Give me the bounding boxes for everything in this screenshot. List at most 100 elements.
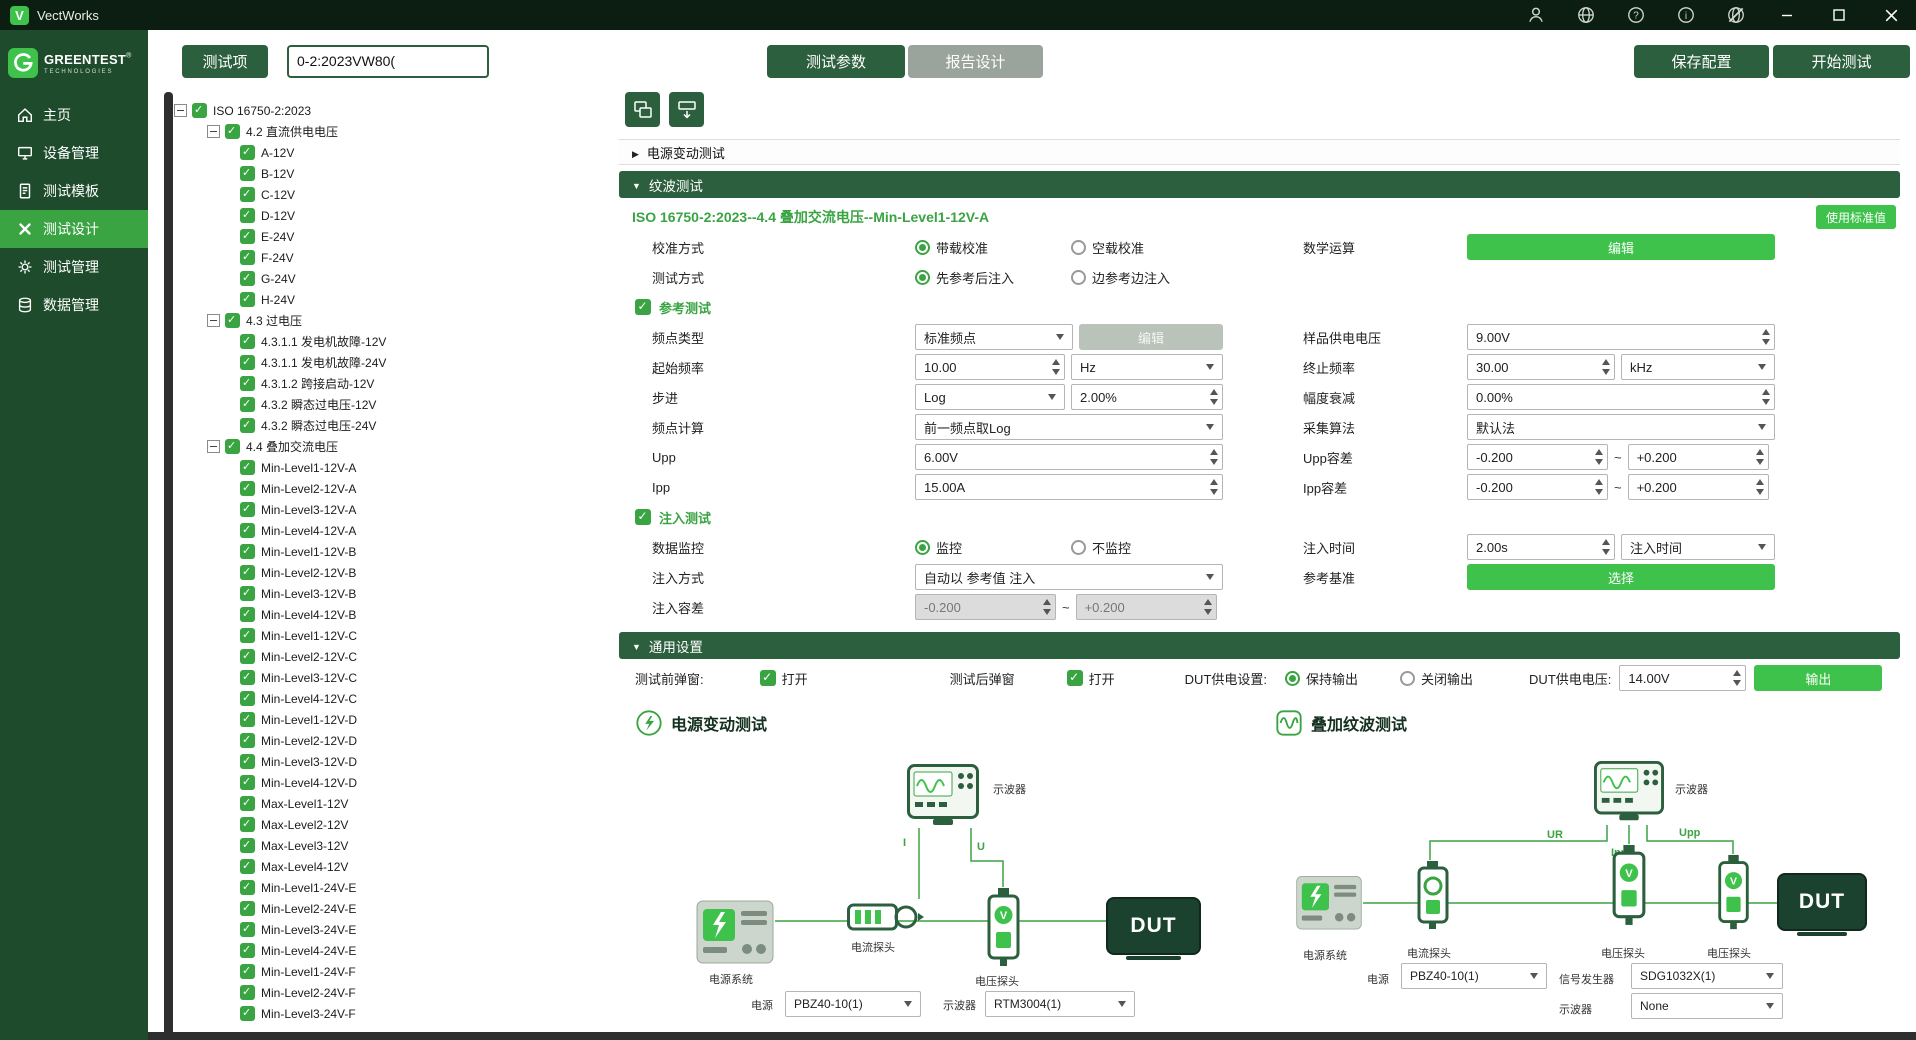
tree-item[interactable]: Max-Level4-12V bbox=[148, 856, 600, 877]
tree-checkbox[interactable] bbox=[240, 1006, 255, 1021]
tree-checkbox[interactable] bbox=[240, 271, 255, 286]
tree-item[interactable]: Min-Level2-12V-D bbox=[148, 730, 600, 751]
tree-item[interactable]: Min-Level1-12V-D bbox=[148, 709, 600, 730]
start-freq-spinner[interactable]: 10.00 bbox=[915, 354, 1065, 380]
tree-item[interactable]: ISO 16750-2:2023 bbox=[148, 100, 600, 121]
sidebar-item-test-template[interactable]: 测试模板 bbox=[0, 172, 148, 210]
tree-item[interactable]: 4.3 过电压 bbox=[148, 310, 600, 331]
tree-checkbox[interactable] bbox=[240, 880, 255, 895]
tree-expander-icon[interactable] bbox=[174, 104, 187, 117]
close-button[interactable] bbox=[1880, 4, 1902, 26]
tab-test-parameters[interactable]: 测试参数 bbox=[767, 45, 905, 78]
tree-item[interactable]: Min-Level2-12V-A bbox=[148, 478, 600, 499]
tree-checkbox[interactable] bbox=[240, 838, 255, 853]
collect-algo-select[interactable]: 默认法 bbox=[1467, 414, 1775, 440]
upp-tol-min-spinner[interactable]: -0.200 bbox=[1467, 444, 1608, 470]
inject-time-unit-select[interactable]: 注入时间 bbox=[1621, 534, 1775, 560]
tree-checkbox[interactable] bbox=[240, 901, 255, 916]
tree-checkbox[interactable] bbox=[240, 628, 255, 643]
spinner-up-icon[interactable] bbox=[1052, 359, 1060, 365]
calibration-no-load-radio[interactable]: 空载校准 bbox=[1071, 238, 1221, 257]
minimize-button[interactable] bbox=[1776, 4, 1798, 26]
diagram-left-scope-select[interactable]: RTM3004(1) bbox=[985, 991, 1135, 1017]
tree-checkbox[interactable] bbox=[240, 145, 255, 160]
tree-item[interactable]: 4.3.1.1 发电机故障-12V bbox=[148, 331, 600, 352]
diagram-left-power-select[interactable]: PBZ40-10(1) bbox=[785, 991, 921, 1017]
spinner-up-icon[interactable] bbox=[1602, 359, 1610, 365]
tree-item[interactable]: Min-Level1-24V-E bbox=[148, 877, 600, 898]
tree-item[interactable]: F-24V bbox=[148, 247, 600, 268]
section-ripple-test[interactable]: 纹波测试 bbox=[619, 171, 1900, 198]
reference-test-checkbox[interactable] bbox=[635, 299, 651, 315]
tree-item[interactable]: Min-Level3-24V-F bbox=[148, 1003, 600, 1024]
tree-checkbox[interactable] bbox=[240, 943, 255, 958]
tree-checkbox[interactable] bbox=[240, 754, 255, 769]
tree-item[interactable]: Min-Level1-12V-C bbox=[148, 625, 600, 646]
tree-checkbox[interactable] bbox=[240, 292, 255, 307]
tree-checkbox[interactable] bbox=[240, 334, 255, 349]
tree-item[interactable]: Min-Level1-12V-B bbox=[148, 541, 600, 562]
sidebar-item-device-management[interactable]: 设备管理 bbox=[0, 134, 148, 172]
tree-scrollbar[interactable] bbox=[164, 92, 173, 1040]
tree-item[interactable]: Min-Level2-24V-F bbox=[148, 982, 600, 1003]
tree-item[interactable]: Min-Level4-12V-B bbox=[148, 604, 600, 625]
spinner-up-icon[interactable] bbox=[1595, 479, 1603, 485]
tree-checkbox[interactable] bbox=[240, 649, 255, 664]
spinner-up-icon[interactable] bbox=[1756, 479, 1764, 485]
start-test-button[interactable]: 开始测试 bbox=[1773, 45, 1910, 78]
info-icon[interactable]: i bbox=[1676, 5, 1696, 25]
user-icon[interactable] bbox=[1526, 5, 1546, 25]
pre-popup-checkbox[interactable] bbox=[760, 670, 776, 686]
sidebar-item-test-management[interactable]: 测试管理 bbox=[0, 248, 148, 286]
tree-checkbox[interactable] bbox=[225, 124, 240, 139]
standard-combo[interactable]: 0-2:2023VW80( bbox=[287, 45, 489, 78]
collapse-all-button[interactable] bbox=[625, 92, 660, 127]
output-button[interactable]: 输出 bbox=[1754, 665, 1882, 691]
sidebar-item-test-design[interactable]: 测试设计 bbox=[0, 210, 148, 248]
tree-checkbox[interactable] bbox=[240, 397, 255, 412]
tree-item[interactable]: 4.3.2 瞬态过电压-12V bbox=[148, 394, 600, 415]
tab-report-design[interactable]: 报告设计 bbox=[908, 45, 1043, 78]
tree-checkbox[interactable] bbox=[240, 481, 255, 496]
inject-test-checkbox[interactable] bbox=[635, 509, 651, 525]
dut-keep-output-radio[interactable]: 保持输出 bbox=[1285, 669, 1358, 688]
tree-item[interactable]: Min-Level2-12V-C bbox=[148, 646, 600, 667]
tree-checkbox[interactable] bbox=[240, 733, 255, 748]
spinner-down-icon[interactable] bbox=[1762, 399, 1770, 405]
tree-checkbox[interactable] bbox=[240, 607, 255, 622]
tree-item[interactable]: E-24V bbox=[148, 226, 600, 247]
dut-close-output-radio[interactable]: 关闭输出 bbox=[1400, 669, 1473, 688]
spinner-down-icon[interactable] bbox=[1756, 489, 1764, 495]
spinner-up-icon[interactable] bbox=[1762, 329, 1770, 335]
tree-item[interactable]: Min-Level4-12V-D bbox=[148, 772, 600, 793]
step-value-spinner[interactable]: 2.00% bbox=[1071, 384, 1223, 410]
tree-item[interactable]: B-12V bbox=[148, 163, 600, 184]
tree-item[interactable]: 4.3.1.2 跨接启动-12V bbox=[148, 373, 600, 394]
spinner-up-icon[interactable] bbox=[1210, 479, 1218, 485]
tree-item[interactable]: Min-Level3-24V-E bbox=[148, 919, 600, 940]
calibration-with-load-radio[interactable]: 带载校准 bbox=[915, 238, 1065, 257]
spinner-down-icon[interactable] bbox=[1602, 369, 1610, 375]
tree-checkbox[interactable] bbox=[225, 313, 240, 328]
tree-item[interactable]: Min-Level3-12V-B bbox=[148, 583, 600, 604]
test-item-button[interactable]: 测试项 bbox=[182, 45, 268, 78]
tree-expander-icon[interactable] bbox=[207, 440, 220, 453]
stop-freq-unit-select[interactable]: kHz bbox=[1621, 354, 1775, 380]
diagram-right-signal-gen-select[interactable]: SDG1032X(1) bbox=[1631, 963, 1783, 989]
tree-item[interactable]: Min-Level3-12V-D bbox=[148, 751, 600, 772]
tree-item[interactable]: H-24V bbox=[148, 289, 600, 310]
horizontal-scrollbar[interactable] bbox=[148, 1032, 1916, 1040]
monitor-on-radio[interactable]: 监控 bbox=[915, 538, 1065, 557]
tree-item[interactable]: Max-Level3-12V bbox=[148, 835, 600, 856]
tree-expander-icon[interactable] bbox=[207, 125, 220, 138]
spinner-down-icon[interactable] bbox=[1762, 339, 1770, 345]
spinner-down-icon[interactable] bbox=[1602, 549, 1610, 555]
section-general-settings[interactable]: 通用设置 bbox=[619, 632, 1900, 659]
reference-select-button[interactable]: 选择 bbox=[1467, 564, 1775, 590]
dut-voltage-spinner[interactable]: 14.00V bbox=[1619, 665, 1746, 691]
start-freq-unit-select[interactable]: Hz bbox=[1071, 354, 1223, 380]
sidebar-item-home[interactable]: 主页 bbox=[0, 96, 148, 134]
spinner-down-icon[interactable] bbox=[1595, 459, 1603, 465]
tree-checkbox[interactable] bbox=[240, 691, 255, 706]
freq-point-type-select[interactable]: 标准频点 bbox=[915, 324, 1073, 350]
